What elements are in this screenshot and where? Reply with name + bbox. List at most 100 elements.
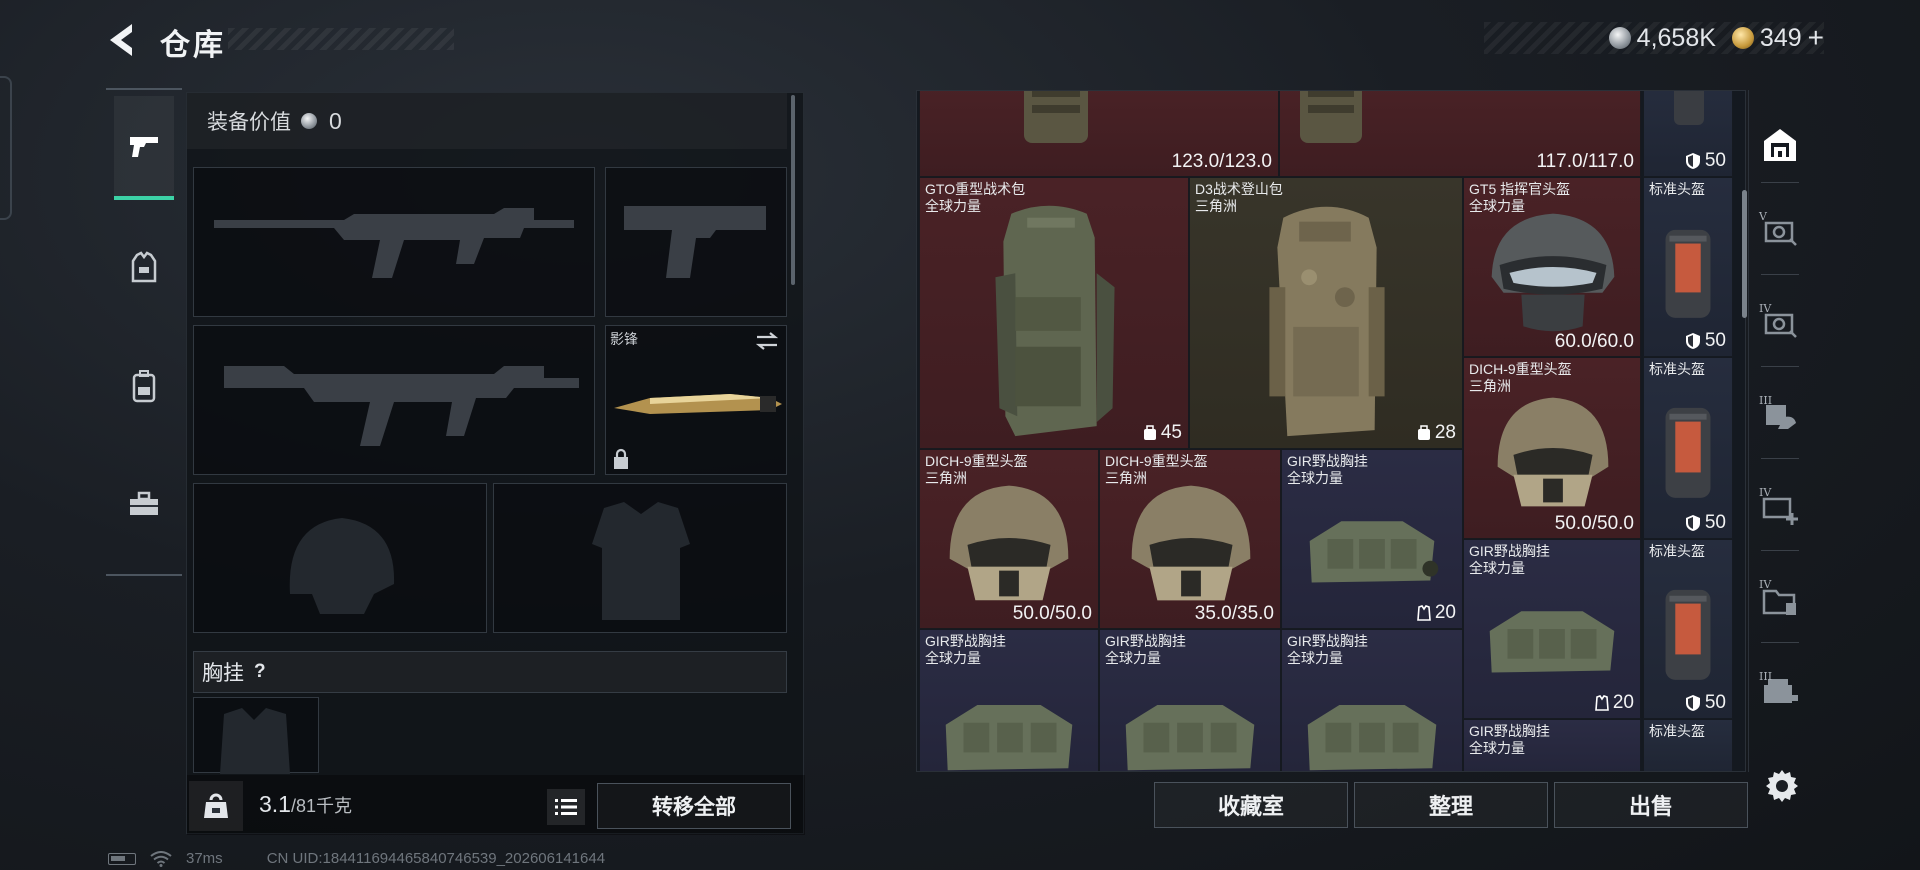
- body-armor-slot[interactable]: [493, 483, 787, 633]
- capacity-tag: 20: [1594, 692, 1634, 714]
- tier-label: V: [1759, 210, 1767, 223]
- chest-rig-section-header: 胸挂 ?: [193, 651, 787, 693]
- primary-weapon-slot[interactable]: [193, 167, 595, 317]
- filter-equipment[interactable]: III: [1757, 392, 1803, 438]
- item-name: GTO重型战术包 全球力量: [925, 181, 1026, 214]
- inventory-item[interactable]: 标准头盔: [1643, 719, 1733, 771]
- item-name: 标准头盔: [1649, 723, 1705, 739]
- melee-slot[interactable]: 影锋: [605, 325, 787, 475]
- vest-small-icon: [1594, 695, 1609, 711]
- back-button[interactable]: [102, 20, 146, 60]
- tab-toolbox[interactable]: [114, 452, 174, 556]
- filter-weapon-accessories[interactable]: V: [1757, 208, 1803, 254]
- ping-readout: 37ms: [186, 850, 223, 867]
- silver-currency[interactable]: 4,658K: [1608, 23, 1716, 53]
- transfer-all-button[interactable]: 转移全部: [597, 783, 791, 829]
- inventory-item[interactable]: GIR野战胸挂 全球力量: [1099, 629, 1281, 771]
- title-decoration: [228, 28, 454, 50]
- gold-currency[interactable]: 349 +: [1731, 22, 1824, 54]
- chest-rig-slot[interactable]: [193, 697, 319, 774]
- kettlebell-icon: [204, 793, 228, 818]
- weight-max: /81千克: [290, 796, 353, 816]
- inventory-item[interactable]: 标准头盔 50: [1643, 177, 1733, 357]
- inventory-item[interactable]: GT5 指挥官头盔 全球力量 60.0/60.0: [1463, 177, 1641, 357]
- inventory-item[interactable]: DICH-9重型头盔 三角洲 35.0/35.0: [1099, 449, 1281, 629]
- pistol-icon: [130, 137, 158, 157]
- sell-button[interactable]: 出售: [1554, 782, 1748, 828]
- inventory-item[interactable]: DICH-9重型头盔 三角洲 50.0/50.0: [919, 449, 1099, 629]
- rail-divider: [1761, 274, 1799, 275]
- inventory-item[interactable]: GTO重型战术包 全球力量 45: [919, 177, 1189, 449]
- lock-icon: [614, 448, 628, 469]
- tab-weapons[interactable]: [114, 96, 174, 200]
- tier-label: IV: [1759, 578, 1772, 591]
- collection-room-button[interactable]: 收藏室: [1154, 782, 1348, 828]
- tab-backpack[interactable]: [114, 334, 174, 438]
- settings-button[interactable]: [1762, 766, 1802, 806]
- filter-all-button[interactable]: [1757, 122, 1803, 168]
- filter-medical[interactable]: IV: [1757, 484, 1803, 530]
- melee-name: 影锋: [610, 331, 638, 347]
- silver-amount: 4,658K: [1636, 23, 1716, 52]
- item-name: DICH-9重型头盔 三角洲: [1469, 361, 1572, 394]
- battery-icon: [108, 852, 136, 865]
- swap-icon[interactable]: [754, 330, 780, 352]
- shield-icon: [1685, 695, 1700, 711]
- page-title: 仓库: [160, 29, 226, 62]
- inventory-item[interactable]: DICH-9重型头盔 三角洲 50.0/50.0: [1463, 357, 1641, 539]
- loadout-tab-rail: [106, 88, 182, 576]
- item-name: 标准头盔: [1649, 543, 1705, 559]
- inventory-item[interactable]: GIR野战胸挂 全球力量: [919, 629, 1099, 771]
- inventory-item[interactable]: GIR野战胸挂 全球力量 20: [1463, 539, 1641, 719]
- secondary-weapon-slot[interactable]: [193, 325, 595, 475]
- inventory-item[interactable]: 117.0/117.0: [1279, 91, 1641, 177]
- inventory-item[interactable]: GIR野战胸挂 全球力量 20: [1281, 449, 1463, 629]
- gear-icon: [1766, 770, 1798, 802]
- rail-divider: [1761, 642, 1799, 643]
- item-name: D3战术登山包 三角洲: [1195, 181, 1283, 214]
- inventory-item[interactable]: 标准头盔 50: [1643, 539, 1733, 719]
- chest-rig-label: 胸挂: [202, 662, 244, 685]
- backpack-icon: [132, 370, 156, 403]
- organize-button[interactable]: 整理: [1354, 782, 1548, 828]
- currency-bar: 4,658K 349 +: [1484, 22, 1824, 54]
- capacity-tag: 28: [1417, 422, 1456, 444]
- gold-amount: 349: [1759, 23, 1802, 52]
- help-icon[interactable]: ?: [254, 661, 266, 683]
- inventory-item[interactable]: GIR野战胸挂 全球力量: [1463, 719, 1641, 771]
- rail-divider: [1761, 182, 1799, 183]
- tab-armor[interactable]: [114, 216, 174, 320]
- filter-collectibles[interactable]: IV: [1757, 576, 1803, 622]
- list-icon: [555, 799, 577, 815]
- inventory-scrollbar[interactable]: [1742, 190, 1747, 318]
- inventory-item[interactable]: 123.0/123.0: [919, 91, 1279, 177]
- filter-misc[interactable]: III: [1757, 668, 1803, 714]
- item-name: GIR野战胸挂 全球力量: [1469, 543, 1550, 576]
- rail-divider: [1761, 550, 1799, 551]
- durability: 35.0/35.0: [1194, 603, 1274, 624]
- inventory-item[interactable]: D3战术登山包 三角洲 28: [1189, 177, 1463, 449]
- durability: 50.0/50.0: [1012, 603, 1092, 624]
- list-view-button[interactable]: [547, 789, 585, 825]
- pistol-slot[interactable]: [605, 167, 787, 317]
- rail-divider: [1761, 366, 1799, 367]
- filter-rail: V IV III IV IV III: [1748, 90, 1810, 772]
- inventory-item[interactable]: 50: [1643, 91, 1733, 177]
- durability: 60.0/60.0: [1554, 331, 1634, 352]
- tier-label: IV: [1759, 302, 1772, 315]
- knife-icon: [614, 394, 782, 414]
- filter-attachments[interactable]: IV: [1757, 300, 1803, 346]
- backpack-item-icon: [1269, 206, 1385, 437]
- shield-icon: [1685, 333, 1700, 349]
- side-drawer-handle[interactable]: [0, 76, 12, 220]
- capacity-tag: 45: [1143, 422, 1182, 444]
- inventory-item[interactable]: 标准头盔 50: [1643, 357, 1733, 539]
- add-gold-icon[interactable]: +: [1808, 22, 1824, 54]
- helmet-slot[interactable]: [193, 483, 487, 633]
- armor-vest-icon: [131, 251, 157, 283]
- backpack-small-icon: [1417, 425, 1430, 440]
- silver-coin-icon: [301, 113, 317, 129]
- loadout-scrollbar[interactable]: [791, 95, 795, 285]
- toolbox-icon: [130, 491, 158, 515]
- inventory-item[interactable]: GIR野战胸挂 全球力量: [1281, 629, 1463, 771]
